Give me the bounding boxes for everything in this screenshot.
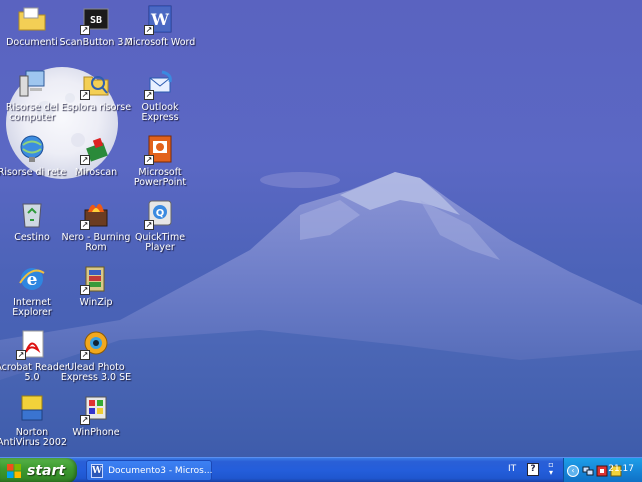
quicktime-icon: Q ↗	[144, 198, 176, 230]
tray-expand-chevron-icon[interactable]: ‹	[567, 464, 579, 477]
norton-antivirus-icon	[16, 393, 48, 425]
taskbar-button-label: Documento3 - Micros...	[108, 465, 213, 476]
folder-icon	[16, 3, 48, 35]
desktop-icon-winphone[interactable]: ↗ WinPhone	[58, 393, 134, 457]
start-button[interactable]: start	[0, 458, 77, 482]
icon-label: WinZip	[79, 297, 113, 308]
shortcut-arrow-icon: ↗	[80, 415, 90, 425]
word-icon: W	[91, 463, 104, 478]
shortcut-arrow-icon: ↗	[144, 220, 154, 230]
clock[interactable]: 21.17	[608, 464, 634, 474]
windows-logo-icon	[7, 463, 21, 478]
taskbar: start W Documento3 - Micros... IT ? ▫ ▾ ‹…	[0, 457, 642, 482]
shortcut-arrow-icon: ↗	[80, 155, 90, 165]
desktop-icon-microsoft-word[interactable]: W ↗ Microsoft Word	[122, 3, 198, 67]
shortcut-arrow-icon: ↗	[80, 25, 90, 35]
icon-label: WinPhone	[72, 427, 120, 438]
outlook-express-icon: ↗	[144, 68, 176, 100]
winphone-icon: ↗	[80, 393, 112, 425]
explorer-icon: ↗	[80, 68, 112, 100]
acrobat-reader-icon: ↗	[16, 328, 48, 360]
desktop-icon-winzip[interactable]: ↗ WinZip	[58, 263, 134, 327]
shortcut-arrow-icon: ↗	[144, 155, 154, 165]
icon-label: Ulead Photo Express 3.0 SE	[60, 362, 132, 383]
restore-icon[interactable]: ▫ ▾	[546, 461, 556, 479]
start-label: start	[27, 462, 66, 479]
network-tray-icon[interactable]	[582, 465, 594, 477]
icon-label: Microsoft PowerPoint	[133, 167, 187, 188]
help-icon[interactable]: ?	[527, 463, 539, 476]
shortcut-arrow-icon: ↗	[144, 25, 154, 35]
network-icon	[16, 133, 48, 165]
nero-icon: ↗	[80, 198, 112, 230]
winzip-icon: ↗	[80, 263, 112, 295]
icon-label: Microsoft Word	[124, 37, 196, 48]
desktop-icon-ulead-photo-express[interactable]: ↗ Ulead Photo Express 3.0 SE	[58, 328, 134, 392]
desktop-icon-microsoft-powerpoint[interactable]: ↗ Microsoft PowerPoint	[122, 133, 198, 197]
antivirus-tray-icon[interactable]	[596, 465, 608, 477]
svg-text:SB: SB	[90, 15, 102, 26]
shortcut-arrow-icon: ↗	[80, 220, 90, 230]
desktop[interactable]: Documenti Risorse del computer Risorse d…	[0, 0, 642, 457]
recycle-bin-icon	[16, 198, 48, 230]
shortcut-arrow-icon: ↗	[80, 90, 90, 100]
system-tray: ‹ 21.17	[563, 458, 642, 482]
scanbutton-icon: SB ↗	[80, 3, 112, 35]
icon-label: Outlook Express	[141, 102, 179, 123]
svg-text:Q: Q	[156, 208, 165, 219]
ulead-photo-express-icon: ↗	[80, 328, 112, 360]
word-icon: W ↗	[144, 3, 176, 35]
icon-label: QuickTime Player	[134, 232, 186, 253]
language-indicator[interactable]: IT	[508, 464, 516, 474]
shortcut-arrow-icon: ↗	[80, 350, 90, 360]
miroscan-icon: ↗	[80, 133, 112, 165]
shortcut-arrow-icon: ↗	[144, 90, 154, 100]
shortcut-arrow-icon: ↗	[16, 350, 26, 360]
powerpoint-icon: ↗	[144, 133, 176, 165]
taskbar-button-word-document[interactable]: W Documento3 - Micros...	[86, 460, 212, 481]
computer-icon	[16, 68, 48, 100]
desktop-icon-outlook-express[interactable]: ↗ Outlook Express	[122, 68, 198, 132]
internet-explorer-icon: e	[16, 263, 48, 295]
shortcut-arrow-icon: ↗	[80, 285, 90, 295]
desktop-icon-quicktime-player[interactable]: Q ↗ QuickTime Player	[122, 198, 198, 262]
